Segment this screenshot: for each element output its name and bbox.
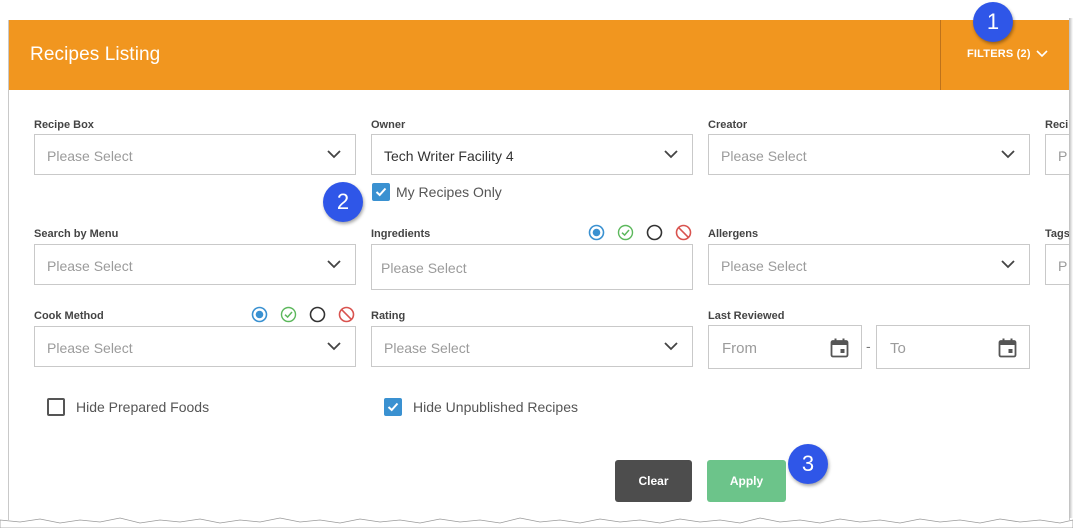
torn-edge bbox=[0, 517, 1073, 528]
owner-value: Tech Writer Facility 4 bbox=[384, 148, 514, 164]
header-bar: Recipes Listing FILTERS (2) bbox=[9, 20, 1069, 90]
chevron-down-icon bbox=[327, 150, 341, 159]
calendar-icon[interactable] bbox=[830, 338, 849, 358]
include-check-icon[interactable] bbox=[617, 224, 634, 241]
allergens-placeholder: Please Select bbox=[721, 258, 807, 274]
cook-method-match-options bbox=[251, 306, 355, 323]
my-recipes-only-checkbox[interactable] bbox=[372, 183, 390, 201]
recipe-box-label: Recipe Box bbox=[34, 119, 94, 131]
from-placeholder: From bbox=[722, 340, 757, 357]
ingredients-match-options bbox=[588, 224, 692, 241]
recipes-listing-panel: Recipes Listing FILTERS (2) Recipe Box P… bbox=[8, 20, 1070, 520]
last-reviewed-label: Last Reviewed bbox=[708, 310, 785, 322]
last-reviewed-to-input[interactable]: To bbox=[876, 325, 1030, 369]
exclude-icon[interactable] bbox=[338, 306, 355, 323]
rating-select[interactable]: Please Select bbox=[371, 326, 693, 367]
clear-button[interactable]: Clear bbox=[615, 460, 692, 502]
page-title: Recipes Listing bbox=[30, 44, 161, 65]
filters-label: FILTERS (2) bbox=[967, 48, 1031, 60]
checkmark-icon bbox=[387, 402, 399, 412]
creator-label: Creator bbox=[708, 119, 748, 131]
chevron-down-icon bbox=[1036, 50, 1048, 58]
calendar-icon[interactable] bbox=[998, 338, 1017, 358]
recipe-partial-placeholder: P bbox=[1058, 148, 1068, 164]
recipe-box-placeholder: Please Select bbox=[47, 148, 133, 164]
header-divider bbox=[940, 20, 941, 90]
my-recipes-only-label: My Recipes Only bbox=[396, 184, 502, 200]
chevron-down-icon bbox=[664, 150, 678, 159]
tags-placeholder: P bbox=[1058, 258, 1068, 274]
callout-1: 1 bbox=[973, 2, 1013, 42]
ingredients-input[interactable]: Please Select bbox=[371, 244, 693, 290]
exclude-icon[interactable] bbox=[675, 224, 692, 241]
cook-method-select[interactable]: Please Select bbox=[34, 326, 356, 367]
ingredients-label: Ingredients bbox=[371, 228, 431, 240]
chevron-down-icon bbox=[327, 342, 341, 351]
creator-select[interactable]: Please Select bbox=[708, 134, 1030, 175]
ingredients-placeholder: Please Select bbox=[381, 260, 467, 276]
search-by-menu-select[interactable]: Please Select bbox=[34, 244, 356, 285]
radio-selected-icon[interactable] bbox=[251, 306, 268, 323]
owner-label: Owner bbox=[371, 119, 406, 131]
callout-2: 2 bbox=[323, 182, 363, 222]
apply-button[interactable]: Apply bbox=[707, 460, 786, 502]
hide-unpublished-label: Hide Unpublished Recipes bbox=[413, 399, 578, 415]
page-shadow bbox=[1069, 18, 1073, 518]
allergens-label: Allergens bbox=[708, 228, 759, 240]
last-reviewed-from-input[interactable]: From bbox=[708, 325, 862, 369]
callout-3: 3 bbox=[788, 444, 828, 484]
chevron-down-icon bbox=[664, 342, 678, 351]
recipe-partial-select[interactable]: P bbox=[1045, 134, 1069, 175]
chevron-down-icon bbox=[327, 260, 341, 269]
chevron-down-icon bbox=[1001, 260, 1015, 269]
search-by-menu-placeholder: Please Select bbox=[47, 258, 133, 274]
filters-toggle-button[interactable]: FILTERS (2) bbox=[967, 48, 1048, 60]
cook-method-placeholder: Please Select bbox=[47, 340, 133, 356]
include-check-icon[interactable] bbox=[280, 306, 297, 323]
cook-method-label: Cook Method bbox=[34, 310, 104, 322]
to-placeholder: To bbox=[890, 340, 906, 357]
tags-select[interactable]: P bbox=[1045, 244, 1069, 285]
recipe-partial-label: Reci bbox=[1045, 119, 1069, 131]
rating-placeholder: Please Select bbox=[384, 340, 470, 356]
creator-placeholder: Please Select bbox=[721, 148, 807, 164]
hide-unpublished-checkbox[interactable] bbox=[384, 398, 402, 416]
hide-prepared-foods-checkbox[interactable] bbox=[47, 398, 65, 416]
checkmark-icon bbox=[375, 187, 387, 197]
empty-circle-icon[interactable] bbox=[646, 224, 663, 241]
tags-label: Tags bbox=[1045, 228, 1070, 240]
recipe-box-select[interactable]: Please Select bbox=[34, 134, 356, 175]
allergens-select[interactable]: Please Select bbox=[708, 244, 1030, 285]
search-by-menu-label: Search by Menu bbox=[34, 228, 119, 240]
owner-select[interactable]: Tech Writer Facility 4 bbox=[371, 134, 693, 175]
radio-selected-icon[interactable] bbox=[588, 224, 605, 241]
chevron-down-icon bbox=[1001, 150, 1015, 159]
rating-label: Rating bbox=[371, 310, 406, 322]
date-range-separator: - bbox=[866, 338, 871, 354]
empty-circle-icon[interactable] bbox=[309, 306, 326, 323]
hide-prepared-foods-label: Hide Prepared Foods bbox=[76, 399, 210, 415]
